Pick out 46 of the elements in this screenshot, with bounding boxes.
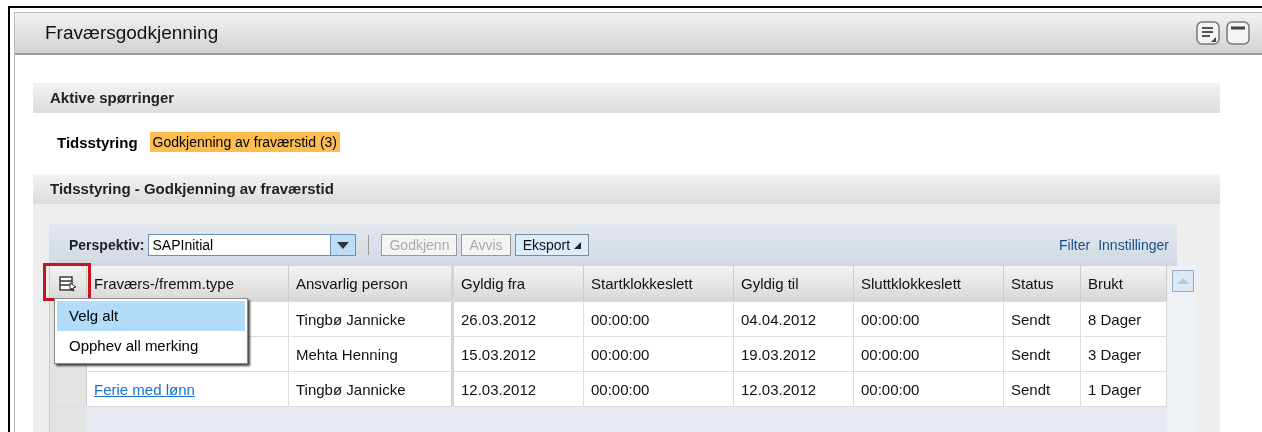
table-cell: Sendt — [1011, 345, 1051, 363]
table-cell: 00:00:00 — [861, 310, 920, 328]
query-link[interactable]: Godkjenning av fraværstid (3) — [149, 132, 340, 152]
section-header: Aktive spørringer — [33, 83, 1220, 113]
table-cell: 00:00:00 — [861, 380, 920, 398]
section-header: Tidsstyring - Godkjenning av fraværstid — [33, 174, 1220, 204]
table-cell: 00:00:00 — [591, 310, 650, 328]
table-cell: 00:00:00 — [861, 345, 920, 363]
menu-item[interactable]: Opphev all merking — [57, 331, 245, 361]
column-header[interactable]: Status — [1004, 266, 1081, 301]
query-category: Tidsstyring — [57, 133, 138, 151]
table-cell: Tingbø Jannicke — [296, 380, 406, 398]
table-cell: 8 Dager — [1088, 310, 1142, 328]
window-title: Fraværsgodkjenning — [45, 22, 219, 44]
column-header[interactable]: Ansvarlig person — [289, 266, 454, 301]
table-cell: Tingbø Jannicke — [296, 310, 406, 328]
column-header[interactable]: Gyldig fra — [454, 266, 584, 301]
column-header[interactable]: Brukt — [1081, 266, 1167, 301]
table-cell: 1 Dager — [1088, 380, 1142, 398]
table-cell: 12.03.2012 — [461, 380, 537, 398]
table-cell: Mehta Henning — [296, 345, 398, 363]
list-menu-icon[interactable] — [1196, 21, 1220, 45]
column-header[interactable]: Sluttklokkeslett — [854, 266, 1004, 301]
toolbar-button[interactable]: Eksport — [514, 234, 590, 256]
table-cell: 00:00:00 — [591, 380, 650, 398]
table-cell: 12.03.2012 — [741, 380, 817, 398]
selection-menu-icon[interactable] — [59, 275, 77, 292]
menu-item[interactable]: Velg alt — [57, 301, 245, 331]
perspective-dropdown[interactable]: SAPInitial — [148, 234, 357, 256]
table-cell: Sendt — [1011, 310, 1051, 328]
column-header[interactable]: Startklokkeslett — [584, 266, 734, 301]
absence-type-link[interactable]: Ferie med lønn — [94, 380, 195, 398]
toolbar-link[interactable]: Filter — [1059, 237, 1091, 253]
dropdown-arrow-icon — [337, 241, 350, 249]
table-cell: 3 Dager — [1088, 345, 1142, 363]
table-cell: 26.03.2012 — [461, 310, 537, 328]
table-cell: 15.03.2012 — [461, 345, 537, 363]
table-cell: Sendt — [1011, 380, 1051, 398]
minimize-icon[interactable] — [1226, 21, 1250, 45]
perspective-label: Perspektiv: — [69, 237, 145, 253]
table-cell: 04.04.2012 — [741, 310, 817, 328]
column-header[interactable]: Gyldig til — [734, 266, 854, 301]
table-cell: 19.03.2012 — [741, 345, 817, 363]
toolbar-link[interactable]: Innstillinger — [1098, 237, 1169, 253]
menu-triangle-icon — [574, 241, 582, 249]
table-cell: 00:00:00 — [591, 345, 650, 363]
